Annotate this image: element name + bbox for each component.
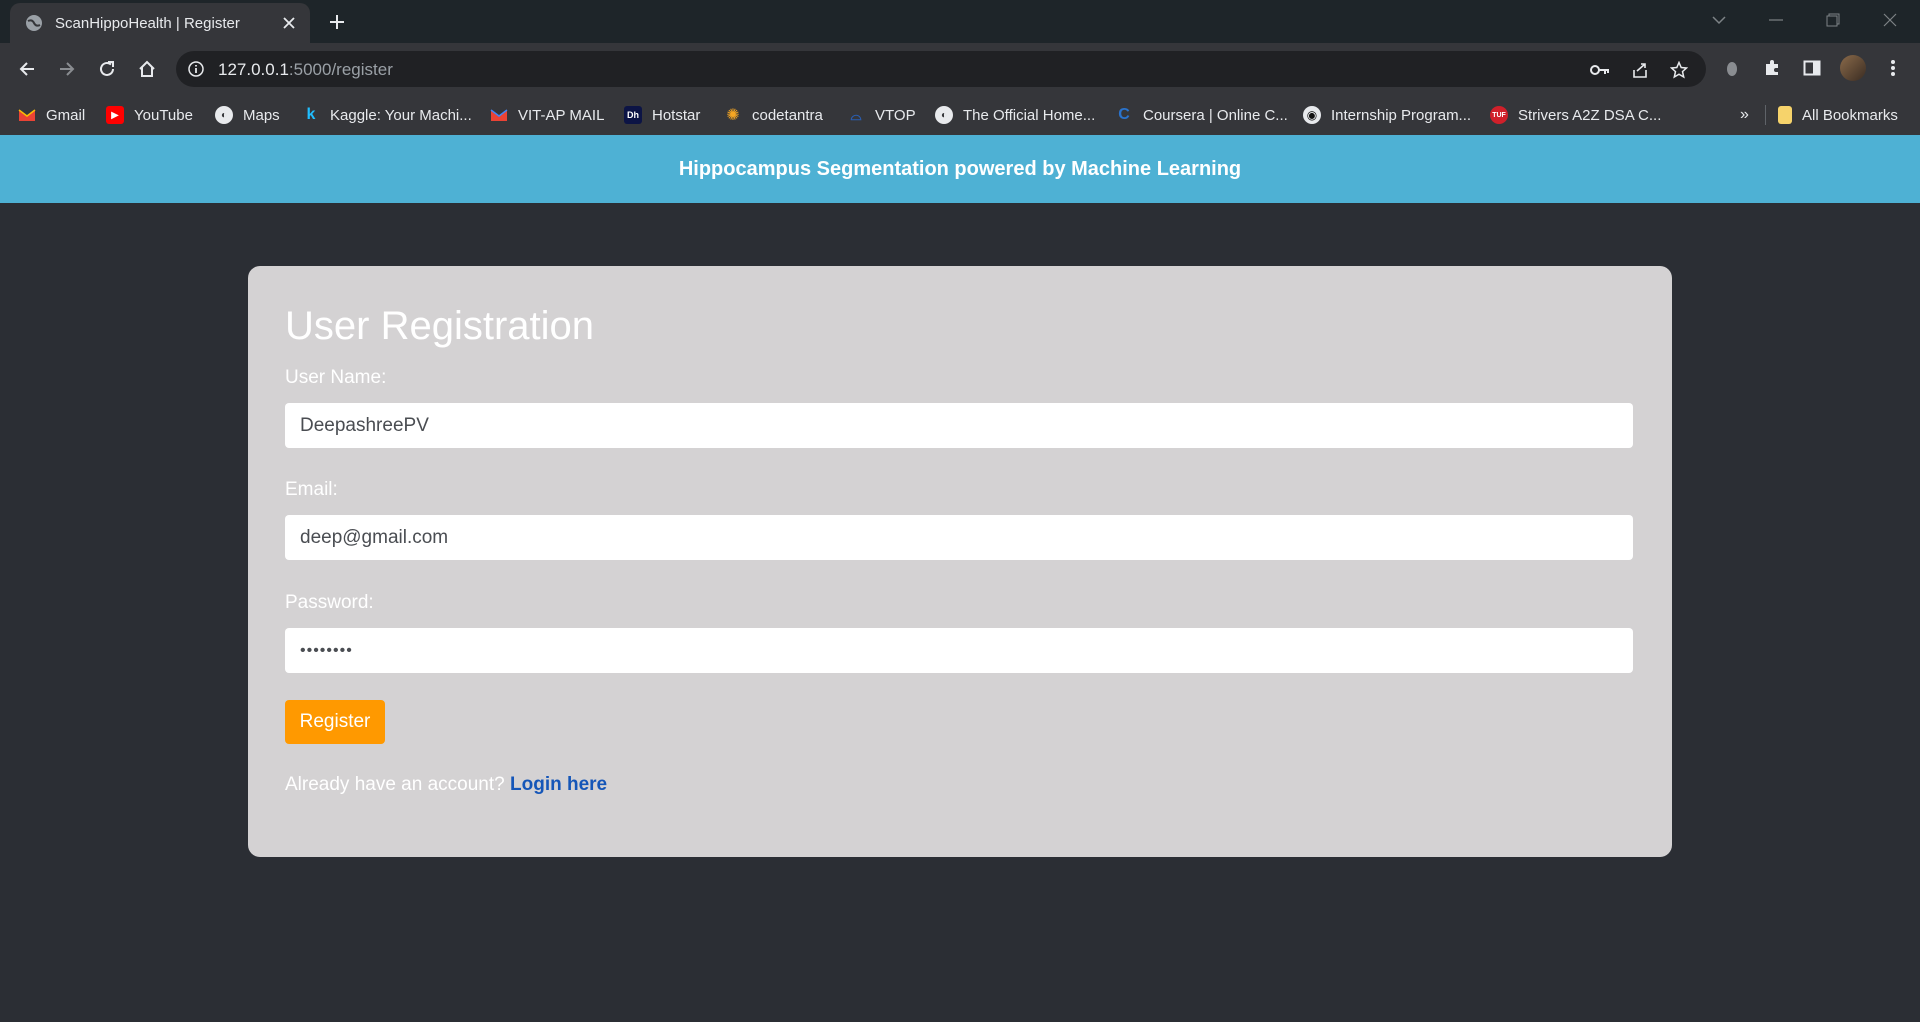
url-host: 127.0.0.1 xyxy=(218,60,289,79)
bookmark-label: Gmail xyxy=(46,106,86,124)
site-title: Hippocampus Segmentation powered by Mach… xyxy=(678,157,1242,180)
puzzle-icon[interactable] xyxy=(1759,55,1785,81)
page-title: User Registration xyxy=(285,304,595,348)
tab-search-icon[interactable] xyxy=(1699,6,1739,34)
globe-icon xyxy=(25,14,43,32)
bookmarks-bar: Gmail ▶ YouTube ◐ Maps k Kaggle: Your Ma… xyxy=(0,95,1920,135)
email-field[interactable]: deep@gmail.com xyxy=(285,515,1633,560)
bookmark-vitap-mail[interactable]: VIT-AP MAIL xyxy=(490,101,604,129)
bookmark-label: The Official Home... xyxy=(963,106,1096,124)
password-field[interactable]: •••••••• xyxy=(285,628,1633,673)
registration-card: User Registration User Name: DeepashreeP… xyxy=(248,266,1672,857)
restore-icon[interactable] xyxy=(1813,6,1853,34)
internship-icon: ◉ xyxy=(1303,106,1321,124)
youtube-icon: ▶ xyxy=(106,106,124,124)
bookmark-codetantra[interactable]: ✺ codetantra xyxy=(724,101,823,129)
bookmark-vtop[interactable]: ⌓ VTOP xyxy=(847,101,916,129)
address-bar[interactable]: 127.0.0.1:5000/register xyxy=(176,51,1706,87)
browser-toolbar: 127.0.0.1:5000/register xyxy=(0,43,1920,95)
site-info-icon[interactable] xyxy=(186,59,206,79)
globe-icon: ◐ xyxy=(935,106,953,124)
login-prompt-text: Already have an account? xyxy=(285,774,510,795)
bookmarks-overflow-button[interactable]: » xyxy=(1740,101,1749,129)
forward-icon[interactable] xyxy=(53,55,81,83)
bookmark-gmail[interactable]: Gmail xyxy=(18,101,85,129)
login-link[interactable]: Login here xyxy=(510,774,607,795)
home-icon[interactable] xyxy=(133,55,161,83)
bookmark-hotstar[interactable]: Dh Hotstar xyxy=(624,101,700,129)
extension-icon[interactable] xyxy=(1719,55,1745,81)
bookmark-youtube[interactable]: ▶ YouTube xyxy=(106,101,193,129)
bookmark-coursera[interactable]: C Coursera | Online C... xyxy=(1115,101,1288,129)
profile-avatar[interactable] xyxy=(1840,55,1866,81)
share-icon[interactable] xyxy=(1629,59,1651,81)
close-window-icon[interactable] xyxy=(1870,6,1910,34)
back-icon[interactable] xyxy=(13,55,41,83)
bookmark-internship[interactable]: ◉ Internship Program... xyxy=(1303,101,1471,129)
email-label: Email: xyxy=(285,479,338,500)
all-bookmarks-button[interactable]: All Bookmarks xyxy=(1778,101,1898,129)
side-panel-icon[interactable] xyxy=(1799,55,1825,81)
bookmark-label: Maps xyxy=(243,106,280,124)
bookmark-label: YouTube xyxy=(134,106,193,124)
reload-icon[interactable] xyxy=(93,55,121,83)
bookmark-star-icon[interactable] xyxy=(1668,59,1690,81)
password-label: Password: xyxy=(285,592,374,613)
kaggle-icon: k xyxy=(306,106,316,123)
bookmarks-divider xyxy=(1765,105,1766,125)
url-text: 127.0.0.1:5000/register xyxy=(218,60,393,80)
browser-tabstrip: ScanHippoHealth | Register xyxy=(0,0,1920,43)
tab-title: ScanHippoHealth | Register xyxy=(55,14,240,32)
tuf-icon: TUF xyxy=(1490,106,1508,124)
bookmark-label: Internship Program... xyxy=(1331,106,1472,124)
bookmark-label: codetantra xyxy=(752,106,823,124)
hotstar-icon: Dh xyxy=(624,106,642,124)
coursera-icon: C xyxy=(1118,106,1130,123)
minimize-icon[interactable] xyxy=(1756,6,1796,34)
gmail-icon xyxy=(490,106,508,124)
bookmark-label: Strivers A2Z DSA C... xyxy=(1518,106,1662,124)
bookmark-label: VTOP xyxy=(875,106,916,124)
key-icon[interactable] xyxy=(1589,59,1611,81)
register-button[interactable]: Register xyxy=(285,700,385,744)
url-path: :5000/register xyxy=(288,60,393,79)
codetantra-icon: ✺ xyxy=(726,107,740,124)
bookmark-kaggle[interactable]: k Kaggle: Your Machi... xyxy=(302,101,472,129)
bookmark-maps[interactable]: ◐ Maps xyxy=(215,101,280,129)
menu-kebab-icon[interactable] xyxy=(1880,55,1906,81)
bookmark-label: Kaggle: Your Machi... xyxy=(330,106,472,124)
bookmark-label: Hotstar xyxy=(652,106,701,124)
folder-icon xyxy=(1778,106,1792,124)
close-tab-icon[interactable] xyxy=(280,14,298,32)
username-field[interactable]: DeepashreePV xyxy=(285,403,1633,448)
new-tab-icon[interactable] xyxy=(325,10,349,34)
bookmark-strivers[interactable]: TUF Strivers A2Z DSA C... xyxy=(1490,101,1661,129)
bookmark-label: VIT-AP MAIL xyxy=(518,106,605,124)
browser-tab[interactable]: ScanHippoHealth | Register xyxy=(10,3,310,43)
site-header: Hippocampus Segmentation powered by Mach… xyxy=(0,135,1920,203)
bookmark-official-home[interactable]: ◐ The Official Home... xyxy=(935,101,1095,129)
vtop-icon: ⌓ xyxy=(850,106,862,123)
login-prompt: Already have an account? Login here xyxy=(285,774,607,796)
gmail-icon xyxy=(18,106,36,124)
bookmark-label: Coursera | Online C... xyxy=(1143,106,1288,124)
username-label: User Name: xyxy=(285,367,387,388)
globe-icon: ◐ xyxy=(215,106,233,124)
all-bookmarks-label: All Bookmarks xyxy=(1802,106,1898,124)
